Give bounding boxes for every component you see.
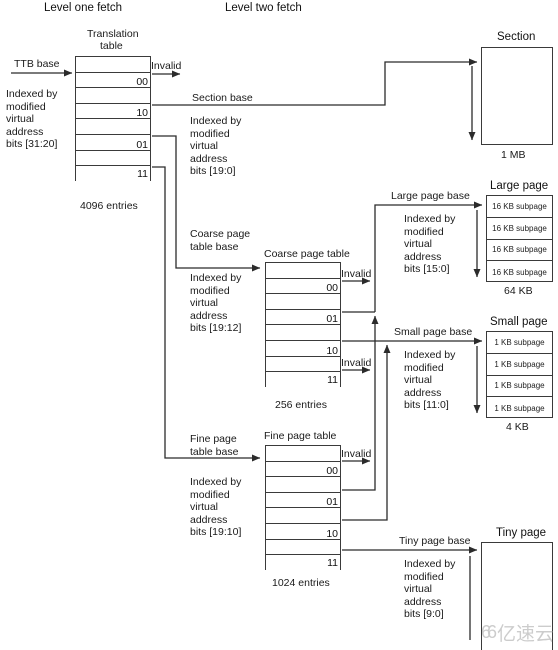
- translation-table-row[interactable]: 00: [76, 72, 150, 89]
- fine-page-table-base-label: Fine page table base: [190, 433, 239, 458]
- header-level-one-fetch: Level one fetch: [44, 2, 123, 14]
- entry-code: 01: [326, 496, 338, 509]
- tiny-page-index-label: Indexed by modified virtual address bits…: [404, 558, 456, 621]
- large-page-title: Large page: [490, 180, 549, 192]
- coarse-index-label: Indexed by modified virtual address bits…: [190, 272, 242, 335]
- small-page-subpage: 1 KB subpage: [487, 332, 552, 354]
- tiny-page-title: Tiny page: [496, 527, 547, 539]
- section-base-label: Section base: [192, 92, 253, 104]
- large-page-subpage: 16 KB subpage: [487, 218, 552, 240]
- fine-page-table-row[interactable]: [266, 508, 340, 524]
- translation-table-caption-line2: table: [100, 40, 123, 52]
- translation-table[interactable]: 00 10 01 11: [75, 56, 151, 182]
- translation-index-label: Indexed by modified virtual address bits…: [6, 88, 58, 151]
- coarse-invalid-label-00: Invalid: [341, 268, 372, 280]
- mmu-translation-diagram: Level one fetch Level two fetch Translat…: [0, 0, 558, 650]
- entry-code: 00: [326, 465, 338, 478]
- large-page-index-label: Indexed by modified virtual address bits…: [404, 213, 456, 276]
- translation-table-row[interactable]: 11: [76, 166, 150, 182]
- coarse-page-table-entry-count: 256 entries: [275, 399, 327, 411]
- tiny-page-base-label: Tiny page base: [399, 535, 471, 547]
- coarse-page-table-base-label: Coarse page table base: [190, 228, 251, 253]
- large-page-base-label: Large page base: [391, 190, 470, 202]
- ttb-base-label: TTB base: [14, 58, 60, 70]
- section-box[interactable]: [481, 47, 553, 145]
- fine-page-table-row[interactable]: 01: [266, 492, 340, 509]
- coarse-page-table-row[interactable]: [266, 325, 340, 341]
- fine-invalid-label-00: Invalid: [341, 448, 372, 460]
- entry-code: 10: [136, 107, 148, 120]
- small-page-size-label: 4 KB: [506, 421, 529, 433]
- entry-code: 00: [136, 76, 148, 89]
- fine-page-table-row[interactable]: [266, 539, 340, 556]
- coarse-page-table[interactable]: 00 01 10 11: [265, 262, 341, 388]
- coarse-page-table-row[interactable]: 11: [266, 372, 340, 388]
- coarse-page-table-row[interactable]: [266, 356, 340, 373]
- section-index-label: Indexed by modified virtual address bits…: [190, 115, 242, 178]
- translation-table-row[interactable]: [76, 150, 150, 167]
- entry-code: 11: [137, 167, 148, 180]
- large-page-subpage: 16 KB subpage: [487, 240, 552, 262]
- entry-code: 11: [327, 373, 338, 386]
- small-page-title: Small page: [490, 316, 548, 328]
- fine-page-table-row[interactable]: [266, 477, 340, 493]
- entry-code: 10: [326, 344, 338, 357]
- translation-table-row[interactable]: [76, 88, 150, 104]
- translation-table-row[interactable]: 10: [76, 103, 150, 120]
- translation-table-row[interactable]: 01: [76, 134, 150, 151]
- watermark-text: 亿速云: [496, 623, 554, 645]
- coarse-page-table-row[interactable]: 00: [266, 278, 340, 295]
- fine-page-table[interactable]: 00 01 10 11: [265, 445, 341, 571]
- translation-invalid-label-00: Invalid: [151, 60, 182, 72]
- coarse-page-table-row[interactable]: [266, 294, 340, 310]
- translation-table-row[interactable]: [76, 119, 150, 135]
- coarse-page-table-row[interactable]: 01: [266, 309, 340, 326]
- large-page-subpage: 16 KB subpage: [492, 267, 547, 277]
- small-page-base-label: Small page base: [394, 326, 473, 338]
- coarse-invalid-label-11: Invalid: [341, 357, 372, 369]
- section-title: Section: [497, 31, 536, 43]
- entry-code: 10: [326, 527, 338, 540]
- small-page-subpage: 1 KB subpage: [494, 403, 545, 413]
- entry-code: 11: [327, 556, 338, 569]
- watermark: 66 亿速云: [481, 619, 554, 646]
- fine-page-table-row[interactable]: [266, 446, 340, 462]
- small-page-subpage: 1 KB subpage: [487, 376, 552, 398]
- fine-page-table-row[interactable]: 10: [266, 523, 340, 540]
- small-page-index-label: Indexed by modified virtual address bits…: [404, 349, 456, 412]
- header-level-two-fetch: Level two fetch: [225, 2, 302, 14]
- fine-page-table-caption: Fine page table: [264, 430, 337, 442]
- coarse-page-table-caption: Coarse page table: [264, 248, 350, 260]
- fine-page-table-row[interactable]: 11: [266, 555, 340, 571]
- large-page-box[interactable]: 16 KB subpage 16 KB subpage 16 KB subpag…: [486, 195, 553, 282]
- watermark-icon: 66: [480, 622, 497, 642]
- coarse-page-table-row[interactable]: [266, 263, 340, 279]
- entry-code: 01: [136, 138, 148, 151]
- entry-code: 01: [326, 313, 338, 326]
- large-page-size-label: 64 KB: [504, 285, 533, 297]
- fine-page-table-entry-count: 1024 entries: [272, 577, 330, 589]
- coarse-page-table-row[interactable]: 10: [266, 340, 340, 357]
- small-page-box[interactable]: 1 KB subpage 1 KB subpage 1 KB subpage 1…: [486, 331, 553, 418]
- section-size-label: 1 MB: [501, 149, 526, 161]
- large-page-subpage: 16 KB subpage: [487, 196, 552, 218]
- translation-table-caption-line1: Translation: [87, 28, 139, 40]
- translation-table-row[interactable]: [76, 57, 150, 73]
- fine-page-table-row[interactable]: 00: [266, 461, 340, 478]
- small-page-subpage: 1 KB subpage: [487, 354, 552, 376]
- translation-table-entry-count: 4096 entries: [80, 200, 138, 212]
- entry-code: 00: [326, 282, 338, 295]
- fine-index-label: Indexed by modified virtual address bits…: [190, 476, 242, 539]
